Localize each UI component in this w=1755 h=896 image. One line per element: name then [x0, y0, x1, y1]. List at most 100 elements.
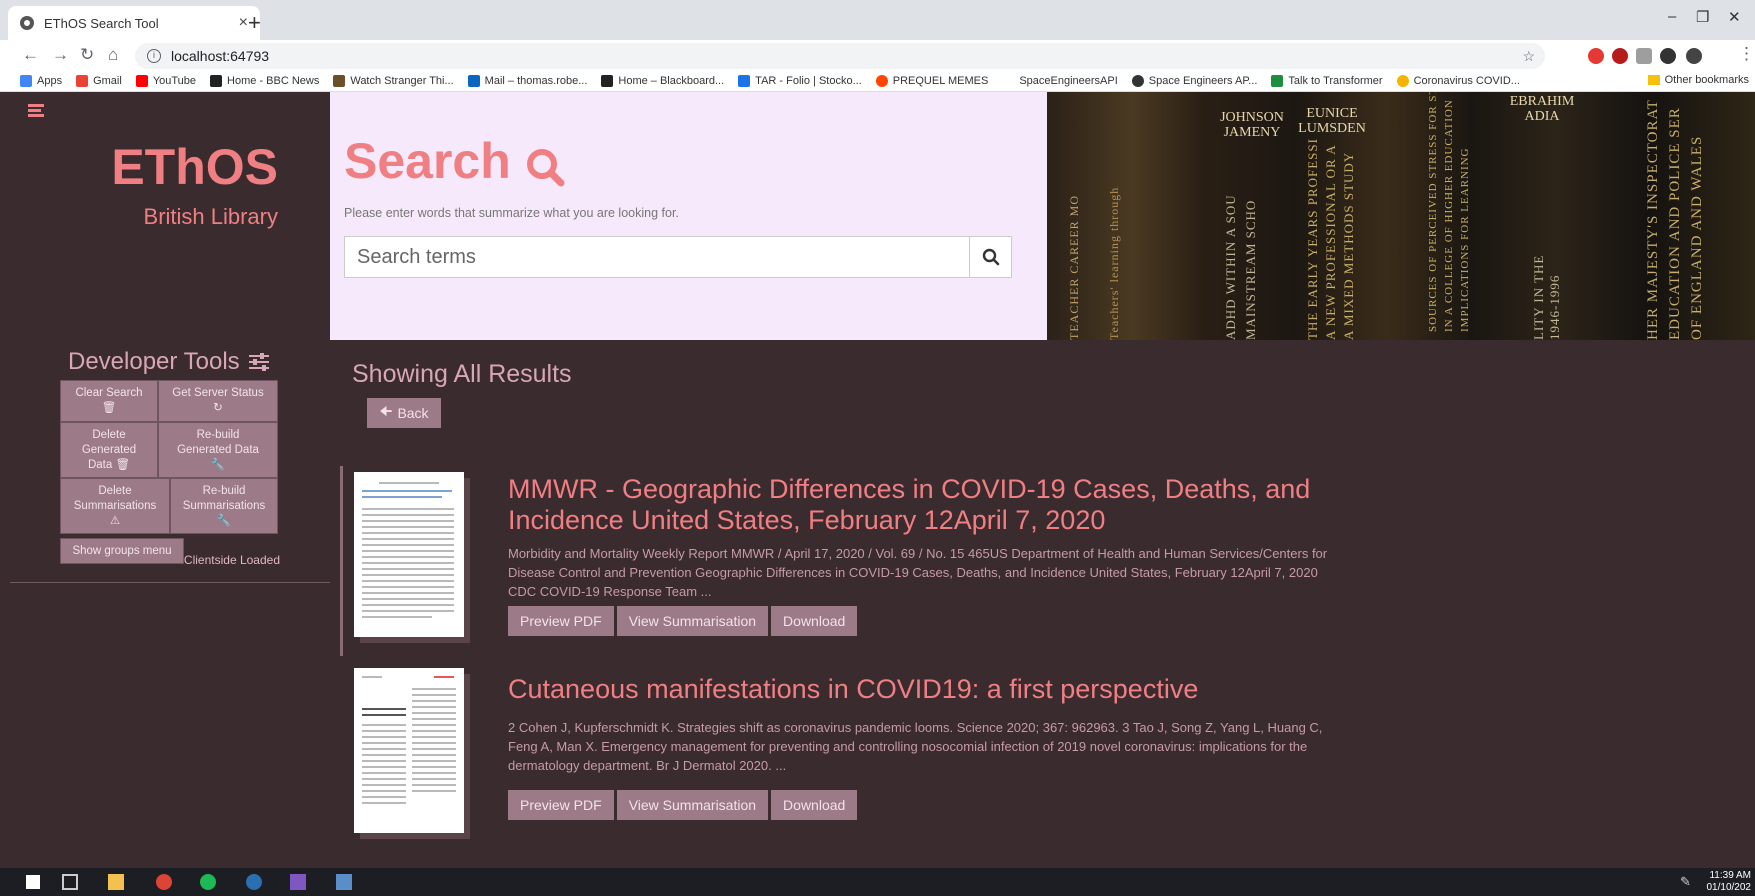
refresh-icon: ↻ — [213, 402, 223, 414]
view-summarisation-button[interactable]: View Summarisation — [616, 790, 769, 820]
address-toolbar: ← → ↻ ⌂ i localhost:64793 ☆ ⋮ — [0, 40, 1755, 70]
bookmark-item[interactable]: Home – Blackboard... — [601, 74, 724, 87]
book-spine: THE EARLY YEARS PROFESSI — [1305, 138, 1320, 340]
hamburger-menu-icon[interactable] — [28, 104, 44, 118]
back-button[interactable]: 🠈 Back — [367, 398, 441, 428]
cast-extension-icon[interactable] — [1636, 48, 1652, 64]
search-heading: Search — [344, 132, 565, 190]
sliders-icon — [248, 353, 269, 371]
book-spine: OF ENGLAND AND WALES — [1689, 135, 1705, 340]
bookmark-item[interactable]: YouTube — [135, 74, 196, 87]
get-server-status-button[interactable]: Get Server Status ↻ — [158, 380, 278, 422]
browser-tab-strip: EThOS Search Tool × + – ❐ ✕ — [0, 0, 1755, 40]
minimize-icon[interactable]: – — [1668, 8, 1676, 25]
view-summarisation-button[interactable]: View Summarisation — [616, 606, 769, 636]
result-description: Morbidity and Mortality Weekly Report MM… — [508, 546, 1328, 599]
clear-search-button[interactable]: Clear Search 🗑 — [60, 380, 158, 422]
window-close-icon[interactable]: ✕ — [1728, 8, 1741, 26]
globe-icon — [1131, 74, 1144, 87]
search-help-text: Please enter words that summarize what y… — [344, 206, 679, 220]
trash-icon: 🗑 — [115, 458, 131, 471]
browser-menu-icon[interactable]: ⋮ — [1738, 44, 1755, 64]
outlook-icon — [467, 74, 480, 87]
bookmark-item[interactable]: SpaceEngineersAPI — [1002, 74, 1118, 87]
back-arrow-icon[interactable]: ← — [22, 45, 39, 65]
delete-generated-data-button[interactable]: Delete Generated Data 🗑 — [60, 422, 158, 478]
spotify-icon[interactable] — [200, 874, 216, 890]
library-books-banner: TEACHER CAREER MO Teachers' learning thr… — [1047, 92, 1755, 340]
windows-start-icon[interactable] — [26, 875, 40, 889]
show-groups-menu-button[interactable]: Show groups menu — [60, 538, 184, 564]
brand-title: EThOS — [111, 139, 278, 195]
result-title[interactable]: MMWR - Geographic Differences in COVID-1… — [508, 474, 1398, 536]
book-spine: EDUCATION AND POLICE SER — [1667, 107, 1683, 340]
pen-icon[interactable]: ✎ — [1680, 874, 1696, 890]
other-bookmarks[interactable]: Other bookmarks — [1647, 74, 1749, 86]
result-description: 2 Cohen J, Kupferschmidt K. Strategies s… — [508, 720, 1323, 773]
reddit-icon — [875, 74, 888, 87]
bookmark-item[interactable]: Apps — [20, 74, 62, 87]
bookmark-item[interactable]: PREQUEL MEMES — [875, 74, 988, 87]
trash-icon: 🗑 — [101, 402, 117, 414]
steam-icon[interactable] — [246, 874, 262, 890]
search-input[interactable] — [345, 237, 969, 277]
url-text: localhost:64793 — [171, 48, 270, 64]
bookmark-item[interactable]: Watch Stranger Thi... — [333, 74, 454, 87]
result-actions: Preview PDF View Summarisation Download — [508, 790, 860, 820]
book-author: EUNICE LUMSDEN — [1298, 106, 1366, 136]
bookmark-item[interactable]: Gmail — [76, 74, 122, 87]
file-explorer-icon[interactable] — [108, 874, 124, 890]
book-author: EBRAHIM ADIA — [1509, 94, 1575, 124]
rebuild-summarisations-button[interactable]: Re-build Summarisations 🔧 — [170, 478, 278, 534]
book-spine: TEACHER CAREER MO — [1067, 194, 1081, 340]
preview-pdf-button[interactable]: Preview PDF — [508, 790, 614, 820]
bookmark-item[interactable]: Talk to Transformer — [1271, 74, 1383, 87]
site-info-icon[interactable]: i — [147, 49, 161, 63]
book-spine: A MIXED METHODS STUDY — [1341, 151, 1356, 340]
pdf-thumbnail[interactable] — [354, 472, 464, 637]
blackboard-icon — [601, 74, 614, 87]
bookmark-star-icon[interactable]: ☆ — [1522, 48, 1535, 65]
app-icon[interactable] — [336, 874, 352, 890]
home-icon[interactable]: ⌂ — [108, 45, 118, 65]
book-spine: A NEW PROFESSIONAL OR A — [1323, 144, 1338, 340]
book-spine: HER MAJESTY'S INSPECTORAT — [1645, 99, 1661, 340]
result-title[interactable]: Cutaneous manifestations in COVID19: a f… — [508, 674, 1398, 705]
search-submit-button[interactable] — [969, 237, 1011, 277]
restore-icon[interactable]: ❐ — [1696, 8, 1709, 26]
ublock-extension-icon[interactable] — [1612, 48, 1628, 64]
browser-tab[interactable]: EThOS Search Tool × — [8, 6, 260, 40]
result-actions: Preview PDF View Summarisation Download — [508, 606, 860, 636]
results-panel: Showing All Results 🠈 Back MMWR - Geogra… — [330, 340, 1755, 868]
task-view-icon[interactable] — [62, 874, 78, 890]
chrome-icon[interactable] — [156, 874, 172, 890]
tab-close-icon[interactable]: × — [239, 14, 248, 32]
bookmark-item[interactable]: Mail – thomas.robe... — [467, 74, 587, 87]
profile-avatar-icon[interactable] — [1686, 48, 1702, 64]
bookmark-item[interactable]: Space Engineers AP... — [1131, 74, 1257, 87]
download-button[interactable]: Download — [771, 790, 858, 820]
rebuild-generated-data-button[interactable]: Re-build Generated Data 🔧 — [158, 422, 278, 478]
apps-grid-icon — [20, 74, 32, 87]
omnibox[interactable]: i localhost:64793 ☆ — [135, 43, 1545, 69]
developer-tools-panel: Developer Tools Clear Search 🗑 Get Serve… — [0, 340, 330, 868]
extensions-puzzle-icon[interactable] — [1660, 48, 1676, 64]
preview-pdf-button[interactable]: Preview PDF — [508, 606, 614, 636]
bookmark-item[interactable]: Home - BBC News — [210, 74, 319, 87]
forward-arrow-icon[interactable]: → — [52, 45, 69, 65]
visual-studio-icon[interactable] — [290, 874, 306, 890]
system-clock[interactable]: 11:39 AM 01/10/202 — [1707, 870, 1752, 894]
wrench-icon: 🔧 — [216, 514, 232, 527]
search-icon — [982, 248, 999, 266]
adblock-extension-icon[interactable] — [1588, 48, 1604, 64]
bookmark-item[interactable]: TAR - Folio | Stocko... — [738, 74, 862, 87]
results-heading: Showing All Results — [352, 360, 572, 388]
reload-icon[interactable]: ↻ — [80, 45, 94, 65]
clock-date: 01/10/202 — [1706, 882, 1752, 893]
folder-icon — [1647, 75, 1660, 85]
download-button[interactable]: Download — [771, 606, 858, 636]
new-tab-button[interactable]: + — [248, 10, 261, 36]
pdf-thumbnail[interactable] — [354, 668, 464, 833]
bookmark-item[interactable]: Coronavirus COVID... — [1396, 74, 1520, 87]
delete-summarisations-button[interactable]: Delete Summarisations ⚠ — [60, 478, 170, 534]
